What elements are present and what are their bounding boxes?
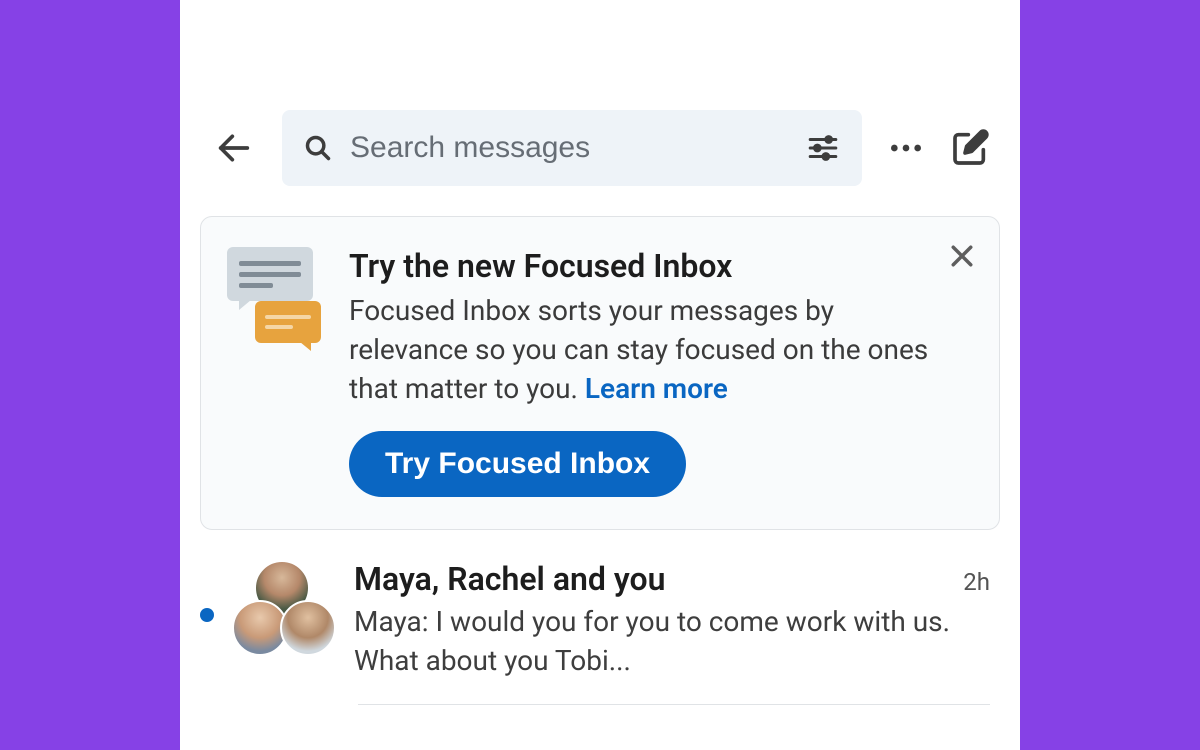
- compose-icon: [950, 128, 990, 168]
- search-icon: [304, 134, 332, 162]
- arrow-left-icon: [214, 128, 254, 168]
- header-bar: [180, 110, 1020, 186]
- filter-button[interactable]: [806, 131, 840, 165]
- focused-inbox-promo: Try the new Focused Inbox Focused Inbox …: [200, 216, 1000, 530]
- chat-bubbles-icon: [227, 247, 327, 357]
- conversation-row[interactable]: Maya, Rachel and you 2h Maya: I would yo…: [180, 530, 1020, 704]
- close-icon: [947, 241, 977, 271]
- conversation-title: Maya, Rachel and you: [354, 560, 665, 598]
- divider: [358, 704, 990, 705]
- promo-text: Focused Inbox sorts your messages by rel…: [349, 291, 933, 409]
- avatar-cluster: [232, 560, 336, 658]
- promo-body: Try the new Focused Inbox Focused Inbox …: [349, 247, 973, 497]
- conversation-time: 2h: [963, 568, 990, 596]
- search-bar[interactable]: [282, 110, 862, 186]
- back-button[interactable]: [210, 124, 258, 172]
- sliders-icon: [806, 131, 840, 165]
- conversation-body: Maya, Rachel and you 2h Maya: I would yo…: [354, 560, 990, 680]
- try-focused-inbox-button[interactable]: Try Focused Inbox: [349, 431, 686, 497]
- promo-close-button[interactable]: [947, 241, 977, 275]
- promo-title: Try the new Focused Inbox: [349, 247, 933, 285]
- messaging-panel: Try the new Focused Inbox Focused Inbox …: [180, 0, 1020, 750]
- unread-indicator: [200, 608, 214, 622]
- conversation-header: Maya, Rachel and you 2h: [354, 560, 990, 598]
- search-input[interactable]: [350, 131, 788, 165]
- compose-button[interactable]: [950, 128, 990, 168]
- avatar: [280, 600, 336, 656]
- more-horizontal-icon: [886, 128, 926, 168]
- learn-more-link[interactable]: Learn more: [585, 372, 728, 405]
- more-button[interactable]: [886, 128, 926, 168]
- conversation-preview: Maya: I would you for you to come work w…: [354, 602, 990, 680]
